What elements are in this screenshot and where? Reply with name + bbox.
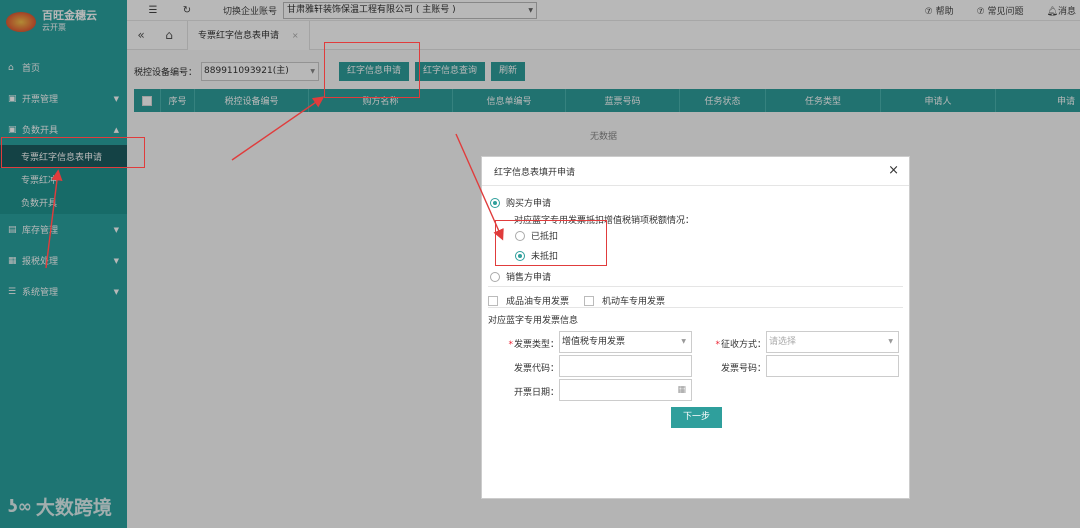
invoice-type-label: *发票类型： bbox=[508, 340, 559, 350]
divider bbox=[488, 307, 903, 308]
invoice-code-label: 发票代码： bbox=[513, 364, 559, 374]
section-title: 对应蓝字专用发票信息 bbox=[488, 316, 579, 326]
buyer-apply-option[interactable]: 购买方申请 bbox=[490, 196, 551, 209]
dialog-title: 红字信息表填开申请 bbox=[494, 167, 576, 178]
invoice-type-select[interactable]: 增值税专用发票 ▼ bbox=[559, 331, 692, 353]
buyer-apply-label: 购买方申请 bbox=[506, 199, 552, 209]
refined-oil-label: 成品油专用发票 bbox=[506, 297, 570, 307]
annotation-box-not-deducted bbox=[495, 220, 607, 266]
red-info-dialog: 红字信息表填开申请 × 购买方申请 对应蓝字专用发票抵扣增值税销项税额情况： 已… bbox=[481, 156, 910, 499]
calendar-icon[interactable]: ▦ bbox=[677, 380, 686, 400]
issue-date-input[interactable]: ▦ bbox=[559, 379, 692, 401]
radio-unchecked-icon bbox=[490, 271, 500, 282]
checkbox-icon bbox=[584, 295, 594, 306]
next-step-button[interactable]: 下一步 bbox=[671, 407, 722, 428]
dialog-header: 红字信息表填开申请 × bbox=[482, 157, 909, 186]
refined-oil-checkbox[interactable]: 成品油专用发票 bbox=[488, 294, 569, 307]
seller-apply-option[interactable]: 销售方申请 bbox=[490, 270, 551, 283]
annotation-box-apply-button bbox=[324, 42, 420, 98]
invoice-type-value: 增值税专用发票 bbox=[562, 337, 626, 347]
invoice-code-input[interactable] bbox=[559, 355, 692, 377]
chevron-down-icon: ▼ bbox=[681, 338, 686, 345]
seller-apply-label: 销售方申请 bbox=[506, 273, 552, 283]
close-icon[interactable]: × bbox=[888, 163, 899, 178]
motor-vehicle-label: 机动车专用发票 bbox=[602, 297, 666, 307]
motor-vehicle-checkbox[interactable]: 机动车专用发票 bbox=[584, 294, 665, 307]
issue-date-label: 开票日期： bbox=[513, 388, 559, 398]
collect-method-select[interactable]: 请选择 ▼ bbox=[766, 331, 899, 353]
annotation-box-sidebar bbox=[1, 137, 145, 168]
collect-method-label: *征收方式： bbox=[715, 340, 766, 350]
divider bbox=[488, 286, 903, 287]
radio-checked-icon bbox=[490, 197, 500, 208]
checkbox-icon bbox=[488, 295, 498, 306]
invoice-number-input[interactable] bbox=[766, 355, 899, 377]
chevron-down-icon: ▼ bbox=[888, 338, 893, 345]
invoice-number-label: 发票号码： bbox=[720, 364, 766, 374]
collect-method-placeholder: 请选择 bbox=[769, 337, 797, 347]
